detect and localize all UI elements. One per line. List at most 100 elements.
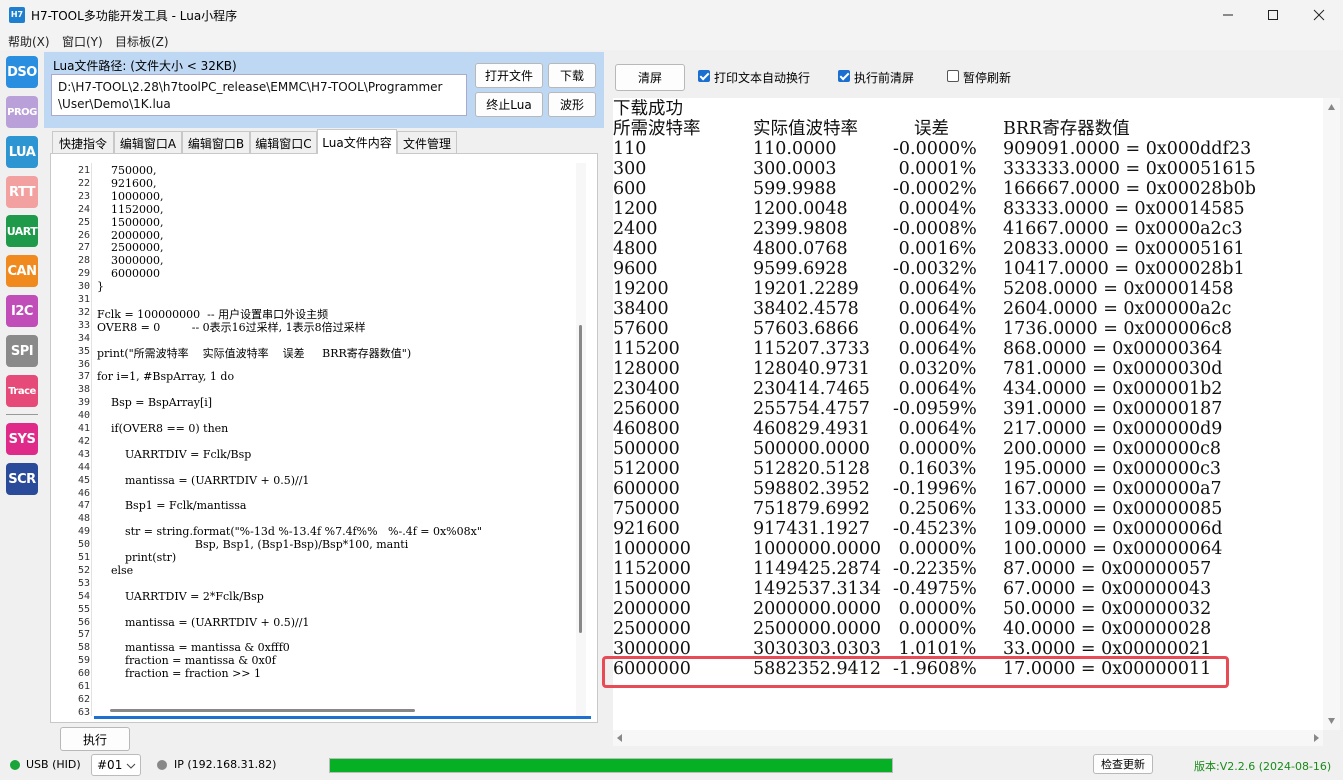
sidebar-btn-trace[interactable]: Trace <box>6 375 38 407</box>
line-number: 42 <box>77 435 90 447</box>
line-number: 51 <box>77 552 90 563</box>
output-cell: 115207.3733 <box>753 339 870 359</box>
line-number: 57 <box>77 629 90 641</box>
output-cell: 0.0000% <box>893 599 977 619</box>
close-button[interactable] <box>1296 0 1342 30</box>
line-number: 27 <box>77 242 90 254</box>
auto-wrap-label: 打印文本自动换行 <box>714 71 811 85</box>
code-line: 6000000 <box>97 267 160 281</box>
lua-path-line2: \User\Demo\1K.lua <box>58 97 171 111</box>
device-select[interactable]: #01 <box>91 754 141 776</box>
code-line: mantissa = (UARRTDIV + 0.5)//1 <box>97 473 310 487</box>
output-cell: 0.0000% <box>893 539 977 559</box>
minimize-button[interactable] <box>1205 0 1251 30</box>
output-vertical-scrollbar[interactable] <box>1323 98 1340 730</box>
sidebar-btn-spi[interactable]: SPI <box>6 335 38 367</box>
output-cell: 600000 <box>613 479 680 499</box>
tab-editor-a[interactable]: 编辑窗口A <box>114 131 182 154</box>
sidebar-btn-prog[interactable]: PROG <box>6 96 38 128</box>
sidebar-btn-i2c[interactable]: I2C <box>6 295 38 327</box>
stop-lua-button[interactable]: 终止Lua <box>475 92 543 117</box>
line-number: 30 <box>77 281 90 293</box>
output-cell: 500000.0000 <box>753 439 870 459</box>
output-cell: 0.0001% <box>893 159 977 179</box>
output-cell: 751879.6992 <box>753 499 870 519</box>
editor-bottom-accent <box>94 716 591 719</box>
code-line: mantissa = (UARRTDIV + 0.5)//1 <box>97 615 310 629</box>
output-cell: 750000 <box>613 499 680 519</box>
line-number: 49 <box>77 526 90 538</box>
code-line: Bsp, Bsp1, (Bsp1-Bsp)/Bsp*100, manti <box>97 538 409 552</box>
output-cell: 57603.6866 <box>753 319 859 339</box>
output-cell: 195.0000 = 0x000000c3 <box>1003 459 1222 479</box>
menu-window[interactable]: 窗口(Y) <box>62 33 103 50</box>
editor-horizontal-scroll-thumb[interactable] <box>110 709 415 712</box>
download-button[interactable]: 下载 <box>548 63 596 88</box>
sidebar-btn-uart[interactable]: UART <box>6 215 38 247</box>
waveform-button[interactable]: 波形 <box>548 92 596 117</box>
output-status: 下载成功 <box>613 99 683 119</box>
menu-target-board[interactable]: 目标板(Z) <box>115 33 169 50</box>
auto-wrap-checkbox[interactable] <box>698 70 710 82</box>
app-icon: H7 <box>9 7 25 23</box>
tab-file-manager[interactable]: 文件管理 <box>397 131 457 154</box>
sidebar-btn-scr[interactable]: SCR <box>6 463 38 495</box>
line-number: 62 <box>77 693 90 705</box>
output-cell: -0.4975% <box>893 579 977 599</box>
output-console[interactable]: 下载成功 所需波特率 实际值波特率 误差 BRR寄存器数值 110 110.000… <box>613 98 1323 730</box>
sidebar-btn-can[interactable]: CAN <box>6 255 38 287</box>
check-update-button[interactable]: 检查更新 <box>1093 754 1153 774</box>
clear-before-run-checkbox[interactable] <box>838 70 850 82</box>
line-number: 33 <box>77 319 90 331</box>
close-icon <box>1313 9 1325 21</box>
tab-editor-b[interactable]: 编辑窗口B <box>182 131 250 154</box>
maximize-icon <box>1268 10 1278 20</box>
editor-vertical-scroll-thumb[interactable] <box>579 325 582 633</box>
output-cell: 19200 <box>613 279 669 299</box>
output-cell: 0.0064% <box>893 339 977 359</box>
tab-lua-file-content[interactable]: Lua文件内容 <box>317 129 397 154</box>
run-button[interactable]: 执行 <box>60 727 130 751</box>
code-line: 2000000, <box>97 228 164 242</box>
line-number: 21 <box>77 165 90 176</box>
maximize-button[interactable] <box>1250 0 1296 30</box>
code-line: str = string.format("%-13d %-13.4f %7.4f… <box>97 525 482 539</box>
output-cell: -0.4523% <box>893 519 977 539</box>
output-cell: 391.0000 = 0x00000187 <box>1003 399 1223 419</box>
code-line: for i=1, #BspArray, 1 do <box>97 370 235 384</box>
code-line: print("所需波特率 实际值波特率 误差 BRR寄存器数值") <box>97 346 412 360</box>
line-number: 56 <box>77 616 90 628</box>
sidebar-btn-dso[interactable]: DSO <box>6 56 38 88</box>
output-cell: 19201.2289 <box>753 279 859 299</box>
menu-bar <box>0 30 1343 50</box>
tab-editor-c[interactable]: 编辑窗口C <box>250 131 317 154</box>
code-line: } <box>97 280 104 294</box>
output-header-baud: 所需波特率 <box>613 119 701 139</box>
sidebar-btn-lua[interactable]: LUA <box>6 136 38 168</box>
pause-refresh-checkbox[interactable] <box>947 70 959 82</box>
output-cell: 167.0000 = 0x000000a7 <box>1003 479 1222 499</box>
output-cell: 512000 <box>613 459 680 479</box>
output-cell: 868.0000 = 0x00000364 <box>1003 339 1223 359</box>
output-cell: 917431.1927 <box>753 519 870 539</box>
output-cell: 460800 <box>613 419 680 439</box>
output-cell: 110.0000 <box>753 139 837 159</box>
output-cell: 256000 <box>613 399 680 419</box>
code-line: Bsp = BspArray[i] <box>97 396 213 410</box>
lua-path-field[interactable]: D:\H7-TOOL\2.28\h7toolPC_release\EMMC\H7… <box>51 74 467 116</box>
tab-quick-commands[interactable]: 快捷指令 <box>52 131 114 154</box>
line-number: 32 <box>77 306 90 318</box>
clear-screen-button[interactable]: 清屏 <box>615 64 685 91</box>
sidebar-btn-sys[interactable]: SYS <box>6 423 38 455</box>
open-file-button[interactable]: 打开文件 <box>475 63 543 88</box>
scroll-arrows-icon <box>1328 104 1335 724</box>
code-line: UARRTDIV = 2*Fclk/Bsp <box>97 589 264 603</box>
output-cell: 41667.0000 = 0x0000a2c3 <box>1003 219 1243 239</box>
sidebar-btn-rtt[interactable]: RTT <box>6 176 38 208</box>
output-cell: -0.2235% <box>893 559 977 579</box>
output-cell: 5208.0000 = 0x00001458 <box>1003 279 1234 299</box>
menu-help[interactable]: 帮助(X) <box>8 33 50 50</box>
output-cell: 300 <box>613 159 647 179</box>
output-cell: -0.0000% <box>893 139 977 159</box>
output-horizontal-scrollbar[interactable] <box>613 730 1323 746</box>
